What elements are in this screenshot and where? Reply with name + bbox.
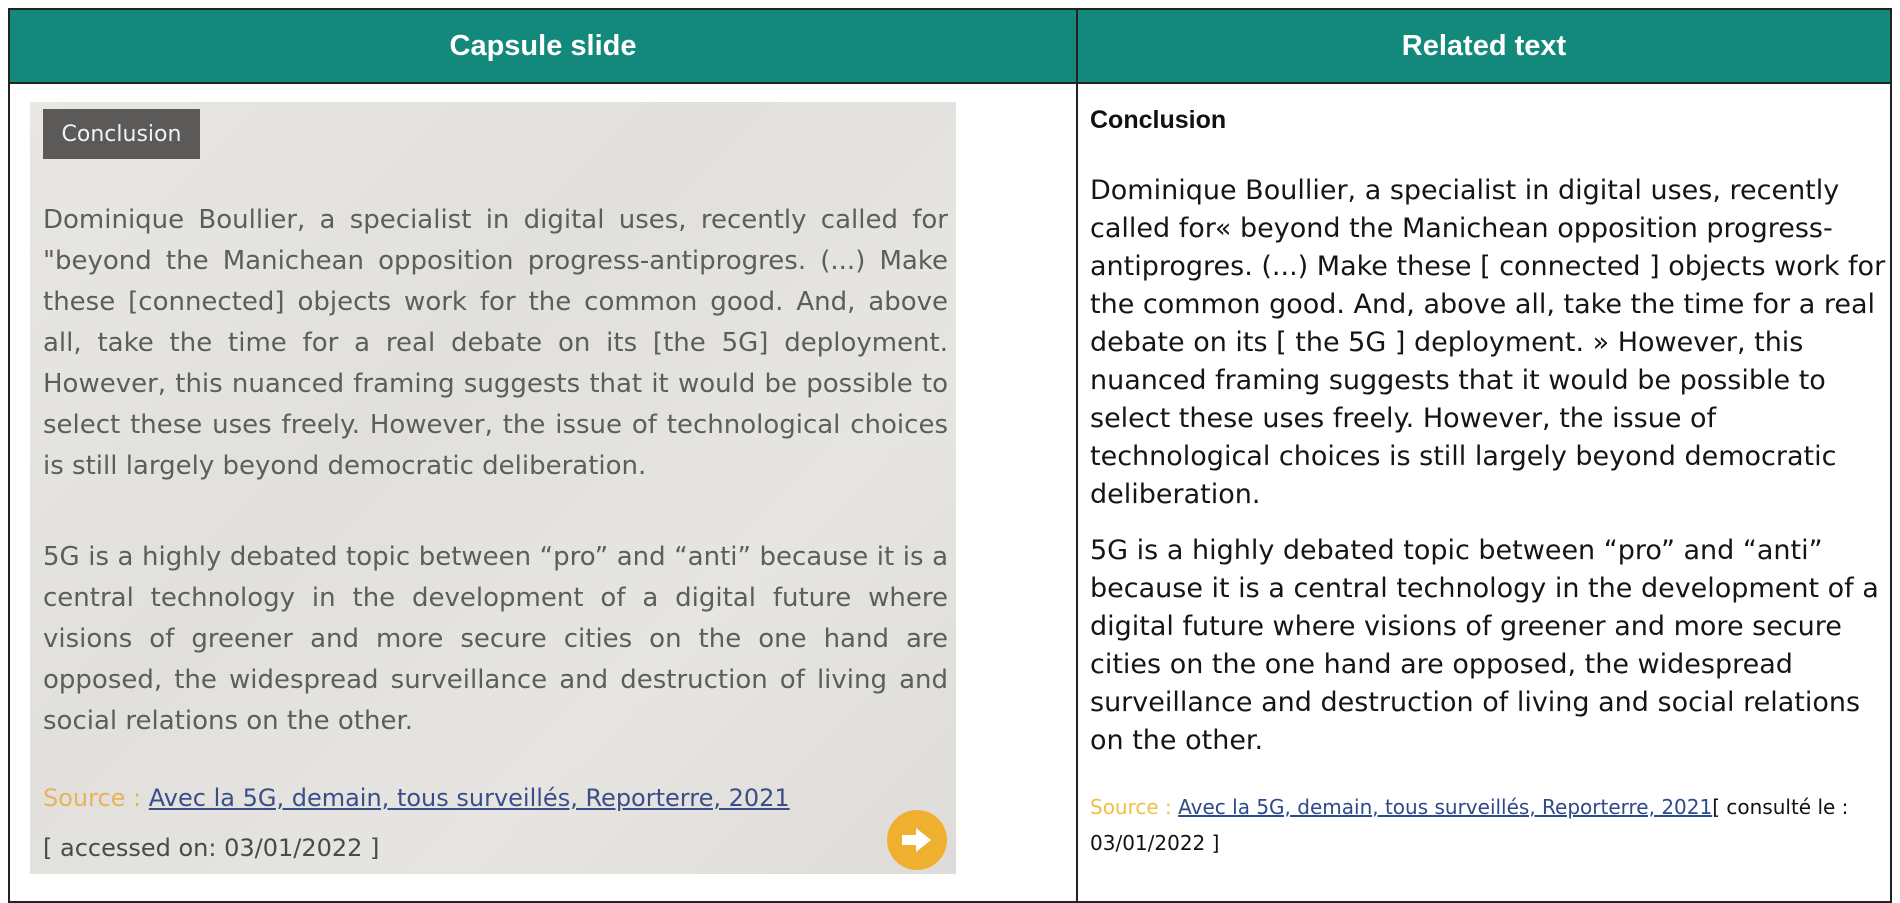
slide-paragraph-2: 5G is a highly debated topic between “pr… — [43, 542, 948, 736]
related-heading: Conclusion — [1090, 106, 1227, 134]
arrow-right-icon — [902, 828, 931, 852]
header-capsule-slide: Capsule slide — [10, 10, 1078, 84]
related-source-link[interactable]: Avec la 5G, demain, tous surveillés, Rep… — [1178, 795, 1712, 819]
slide-source-link[interactable]: Avec la 5G, demain, tous surveillés, Rep… — [149, 784, 790, 812]
slide-source-label: Source : — [43, 784, 149, 812]
next-slide-button[interactable] — [887, 810, 947, 870]
slide-accessed-date: [ accessed on: 03/01/2022 ] — [43, 834, 380, 862]
capsule-slide-image: Conclusion Dominique Boullier, a special… — [30, 102, 956, 874]
related-paragraph-1: Dominique Boullier, a specialist in digi… — [1090, 175, 1886, 510]
related-text-cell: Conclusion Dominique Boullier, a special… — [1078, 84, 1890, 901]
capsule-slide-cell: Conclusion Dominique Boullier, a special… — [10, 84, 1078, 901]
slide-paragraph-1: Dominique Boullier, a specialist in digi… — [43, 205, 948, 481]
slide-section-tag: Conclusion — [43, 109, 200, 159]
related-source: Source : Avec la 5G, demain, tous survei… — [1090, 789, 1890, 861]
related-paragraph-2: 5G is a highly debated topic between “pr… — [1090, 535, 1879, 756]
slide-source: Source : Avec la 5G, demain, tous survei… — [43, 784, 790, 812]
related-source-label: Source : — [1090, 795, 1179, 819]
comparison-table: Capsule slide Related text Conclusion Do… — [8, 8, 1892, 903]
header-related-text: Related text — [1078, 10, 1890, 84]
